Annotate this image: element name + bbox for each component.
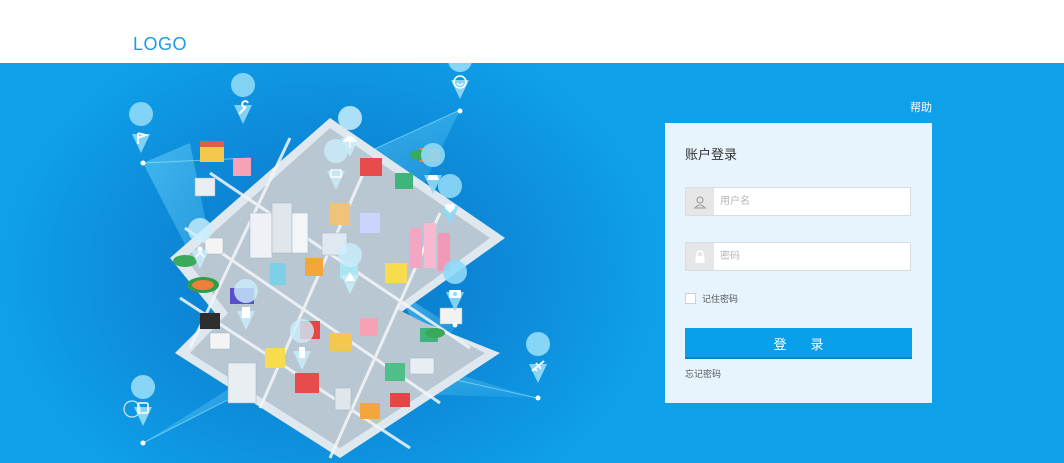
user-icon	[686, 188, 714, 215]
city-illustration	[123, 63, 551, 459]
login-title: 账户登录	[685, 148, 738, 163]
lock-icon	[686, 243, 714, 270]
remember-label: 记住密码	[702, 295, 739, 305]
remember-checkbox[interactable]	[685, 293, 696, 304]
smile-icon	[448, 63, 472, 114]
remember-password[interactable]: 记住密码	[685, 292, 738, 305]
logo: LOGO	[133, 34, 188, 54]
bus-icon	[123, 375, 156, 446]
flag-icon	[129, 102, 154, 166]
password-field[interactable]	[685, 242, 911, 271]
username-input[interactable]	[720, 192, 900, 211]
top-bar: LOGO	[0, 0, 1064, 63]
help-link[interactable]: 帮助	[910, 99, 932, 115]
password-input[interactable]	[720, 247, 900, 266]
wrench-icon	[231, 73, 256, 124]
username-field[interactable]	[685, 187, 911, 216]
login-panel: 账户登录 记住密码 登录	[665, 123, 932, 403]
hero-banner: 帮助 账户登录 记住密码	[0, 63, 1064, 463]
forgot-password-link[interactable]: 忘记密码	[685, 367, 721, 380]
plane-icon	[526, 332, 551, 401]
login-button[interactable]: 登录	[685, 328, 912, 359]
